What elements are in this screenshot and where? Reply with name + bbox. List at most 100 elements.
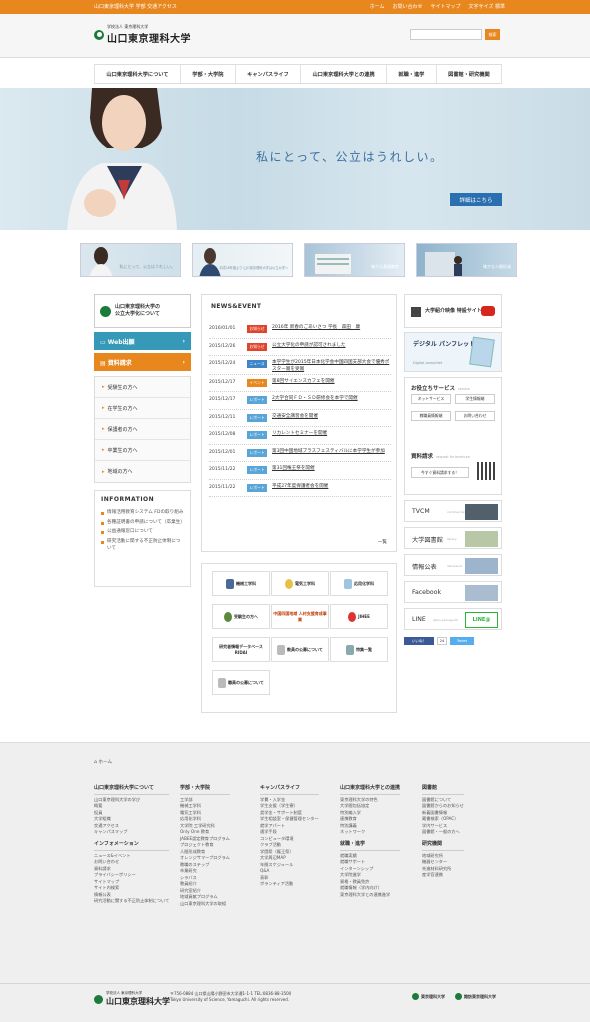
kodai-link[interactable]: 山口東京理科大学の 公立大学化について <box>94 294 191 328</box>
nav-career[interactable]: 就職・進学 <box>386 65 436 83</box>
request-materials-button[interactable]: ▤ 資料請求 › <box>94 353 191 371</box>
news-row[interactable]: 2015/12/26 お知らせ 公立大学化の申請が認可されました <box>209 339 391 356</box>
news-title[interactable]: 交通安全講習会を開催 <box>272 414 318 421</box>
dept-ridai-database[interactable]: 研究者情報データベース RIDAI <box>212 637 270 662</box>
news-row[interactable]: 2015/12/08 レポート リカレントセミナーを開催 <box>209 427 391 445</box>
dept-regional-project[interactable]: 中国四国地域 人材支援育成事業 <box>271 604 329 629</box>
audience-parents[interactable]: ▸ 保護者の方へ <box>95 419 190 440</box>
student-info-button[interactable]: 学生情報端 <box>455 394 495 404</box>
banner-basic-education[interactable]: 確かな基礎教育 <box>304 243 405 277</box>
footer-link[interactable]: ネットワーク <box>340 829 400 836</box>
info-item[interactable]: 公益通報窓口について <box>101 529 184 536</box>
news-title[interactable]: 平成27年度保護者会を開催 <box>272 484 328 491</box>
footer-link[interactable]: ボランティア活動 <box>260 881 319 888</box>
top-link-contact[interactable]: お問い合わせ <box>393 3 423 10</box>
top-link-font-size[interactable]: 文字サイズ 標準 <box>469 3 505 10</box>
search-button[interactable]: 検索 <box>485 29 500 40</box>
search-input[interactable] <box>410 29 482 40</box>
dept-jihee[interactable]: JIHEE <box>330 604 388 629</box>
contact-button[interactable]: お問い合わせ <box>455 411 495 421</box>
footer-logo[interactable]: 学校法人 東京理科大学 山口東京理科大学 <box>94 991 170 1007</box>
tvcm-link[interactable]: TVCM commercial <box>404 500 502 522</box>
request-now-button[interactable]: 今すぐ資料請求する！ <box>411 467 469 478</box>
net-service-button[interactable]: ネットサービス <box>411 394 451 404</box>
info-item[interactable]: 各種証明書の申請について（卒業生） <box>101 520 185 527</box>
footer-column-heading[interactable]: 学部・大学院 <box>180 785 230 795</box>
footer-link[interactable]: 東京理科大学との連携進学 <box>340 892 400 899</box>
dept-electrical[interactable]: 電気工学科 <box>271 571 329 596</box>
banner-public-university[interactable]: 私にとって、公立はうれしい。 <box>80 243 181 277</box>
disclosure-link[interactable]: 情報公表 disclosure <box>404 554 502 576</box>
news-row[interactable]: 2015/12/24 ニュース 本学学生が2015年日本化学会中国四国支部大会で優秀… <box>209 356 391 375</box>
info-item[interactable]: 情報活用教育システム FDの取り組み <box>101 510 184 517</box>
banner-character-building[interactable]: 確かな人間形成 <box>416 243 517 277</box>
footer-column-heading[interactable]: インフォメーション <box>94 841 170 851</box>
site-logo[interactable]: 学校法人 東京理科大学 山口東京理科大学 <box>94 24 191 45</box>
flask-icon <box>344 578 352 589</box>
footer-column-heading[interactable]: 就職・進学 <box>340 841 400 851</box>
dept-mechanical[interactable]: 機械工学科 <box>212 571 270 596</box>
top-link-home[interactable]: ホーム <box>370 3 385 10</box>
news-row[interactable]: 2015/12/01 レポート 第3回中国地域ブラスフェスティバルに本学学生が参加 <box>209 445 391 463</box>
partner-logo-suwa[interactable]: 諏訪東京理科大学 <box>455 993 496 1000</box>
nav-partnership[interactable]: 山口東京理科大学との連携 <box>300 65 386 83</box>
news-more-link[interactable]: 一覧 <box>378 539 387 545</box>
audience-alumni[interactable]: ▸ 卒業生の方へ <box>95 440 190 461</box>
dept-prospective[interactable]: 受験生の方へ <box>212 604 270 629</box>
dept-staff-recruitment[interactable]: 職員の公募について <box>212 670 270 695</box>
facebook-like-button[interactable]: いいね！ <box>404 637 434 645</box>
audience-community[interactable]: ▸ 地域の方へ <box>95 461 190 482</box>
footer-link[interactable]: キャンパスマップ <box>94 829 169 836</box>
nav-library[interactable]: 図書館・研究機関 <box>435 65 503 83</box>
web-application-button[interactable]: ▭ Web出願 › <box>94 332 191 350</box>
news-title[interactable]: リカレントセミナーを開催 <box>272 431 327 438</box>
tweet-button[interactable]: Tweet <box>450 637 474 645</box>
audience-students[interactable]: ▸ 在学生の方へ <box>95 398 190 419</box>
news-title[interactable]: 本学学生が2015年日本化学会中国四国支部大会で優秀ポスター賞を受賞 <box>272 360 391 374</box>
hero-detail-button[interactable]: 詳細はこちら <box>450 193 502 206</box>
dept-chemistry[interactable]: 応用化学科 <box>330 571 388 596</box>
footer-link[interactable]: 学生相談室・保健管理センター <box>260 816 319 823</box>
breadcrumb[interactable]: ⌂ ホーム <box>94 759 112 765</box>
news-row[interactable]: 2015/11/22 レポート 平成27年度保護者会を開催 <box>209 480 391 498</box>
top-link-sitemap[interactable]: サイトマップ <box>431 3 461 10</box>
news-title[interactable]: 2016年 新春のごあいさつ 学長 森田 康 <box>272 325 360 332</box>
video-site-link[interactable]: 大学紹介映像 特設サイト <box>404 294 502 328</box>
audience-prospective[interactable]: ▸ 受験生の方へ <box>95 377 190 398</box>
news-row[interactable]: 2016/01/01 お知らせ 2016年 新春のごあいさつ 学長 森田 康 <box>209 321 391 339</box>
footer-column-heading[interactable]: 山口東京理科大学について <box>94 785 170 795</box>
news-title[interactable]: 第3回中国地域ブラスフェスティバルに本学学生が参加 <box>272 449 385 456</box>
banner-kodai-2016[interactable]: 平成28年度より 山口東京理科大学は公立大学へ <box>192 243 293 277</box>
line-link[interactable]: LINE @tus-yamaguchi LINE@ <box>404 608 502 630</box>
info-item[interactable]: 研究活動に関する不正防止体制について <box>101 539 184 552</box>
footer-link[interactable]: 図書館からのお知らせ <box>422 803 464 810</box>
news-row[interactable]: 2015/11/22 レポート 第31回権王祭を開催 <box>209 462 391 480</box>
news-title[interactable]: 2大学合同ＦＤ・ＳＤ研修会を本学で開催 <box>272 396 358 403</box>
footer-column-heading[interactable]: 図書館 <box>422 785 464 795</box>
footer-link[interactable]: 図書館・一般の方へ <box>422 829 464 836</box>
partner-logo-tus[interactable]: 東京理科大学 <box>412 993 445 1000</box>
news-row[interactable]: 2015/12/11 レポート 交通安全講習会を開催 <box>209 410 391 428</box>
footer-column-heading[interactable]: 山口東京理科大学との連携 <box>340 785 400 795</box>
footer-link[interactable]: オレンジサマープログラム <box>180 855 230 862</box>
news-title[interactable]: 公立大学化の申請が認可されました <box>272 343 346 350</box>
news-title[interactable]: 第31回権王祭を開催 <box>272 466 315 473</box>
footer-link[interactable]: 研究活動に関する不正防止体制について <box>94 898 169 905</box>
footer-link[interactable]: 蔵書検索（OPAC） <box>422 816 464 823</box>
news-title[interactable]: 第8回サイエンスカフェを開催 <box>272 379 335 386</box>
footer-link[interactable]: 産学官連携 <box>422 872 464 879</box>
dept-features[interactable]: 特集一覧 <box>330 637 388 662</box>
news-row[interactable]: 2015/12/17 イベント 第8回サイエンスカフェを開催 <box>209 375 391 393</box>
library-link[interactable]: 大学図書館 library <box>404 527 502 549</box>
nav-about[interactable]: 山口東京理科大学について <box>94 65 180 83</box>
dept-faculty-recruitment[interactable]: 教員の公募について <box>271 637 329 662</box>
footer-column-heading[interactable]: 研究機関 <box>422 841 464 851</box>
nav-faculty[interactable]: 学部・大学院 <box>179 65 235 83</box>
facebook-link[interactable]: Facebook <box>404 581 502 603</box>
nav-campus-life[interactable]: キャンパスライフ <box>234 65 300 83</box>
footer-link[interactable]: 山口東京理科大学の取組 <box>180 901 230 908</box>
digital-pamphlet-link[interactable]: デジタル パンフレット Digital pamphlet <box>404 332 502 372</box>
staff-info-button[interactable]: 教職員情報端 <box>411 411 451 421</box>
news-row[interactable]: 2015/12/17 レポート 2大学合同ＦＤ・ＳＤ研修会を本学で開催 <box>209 392 391 410</box>
footer-column-heading[interactable]: キャンパスライフ <box>260 785 319 795</box>
